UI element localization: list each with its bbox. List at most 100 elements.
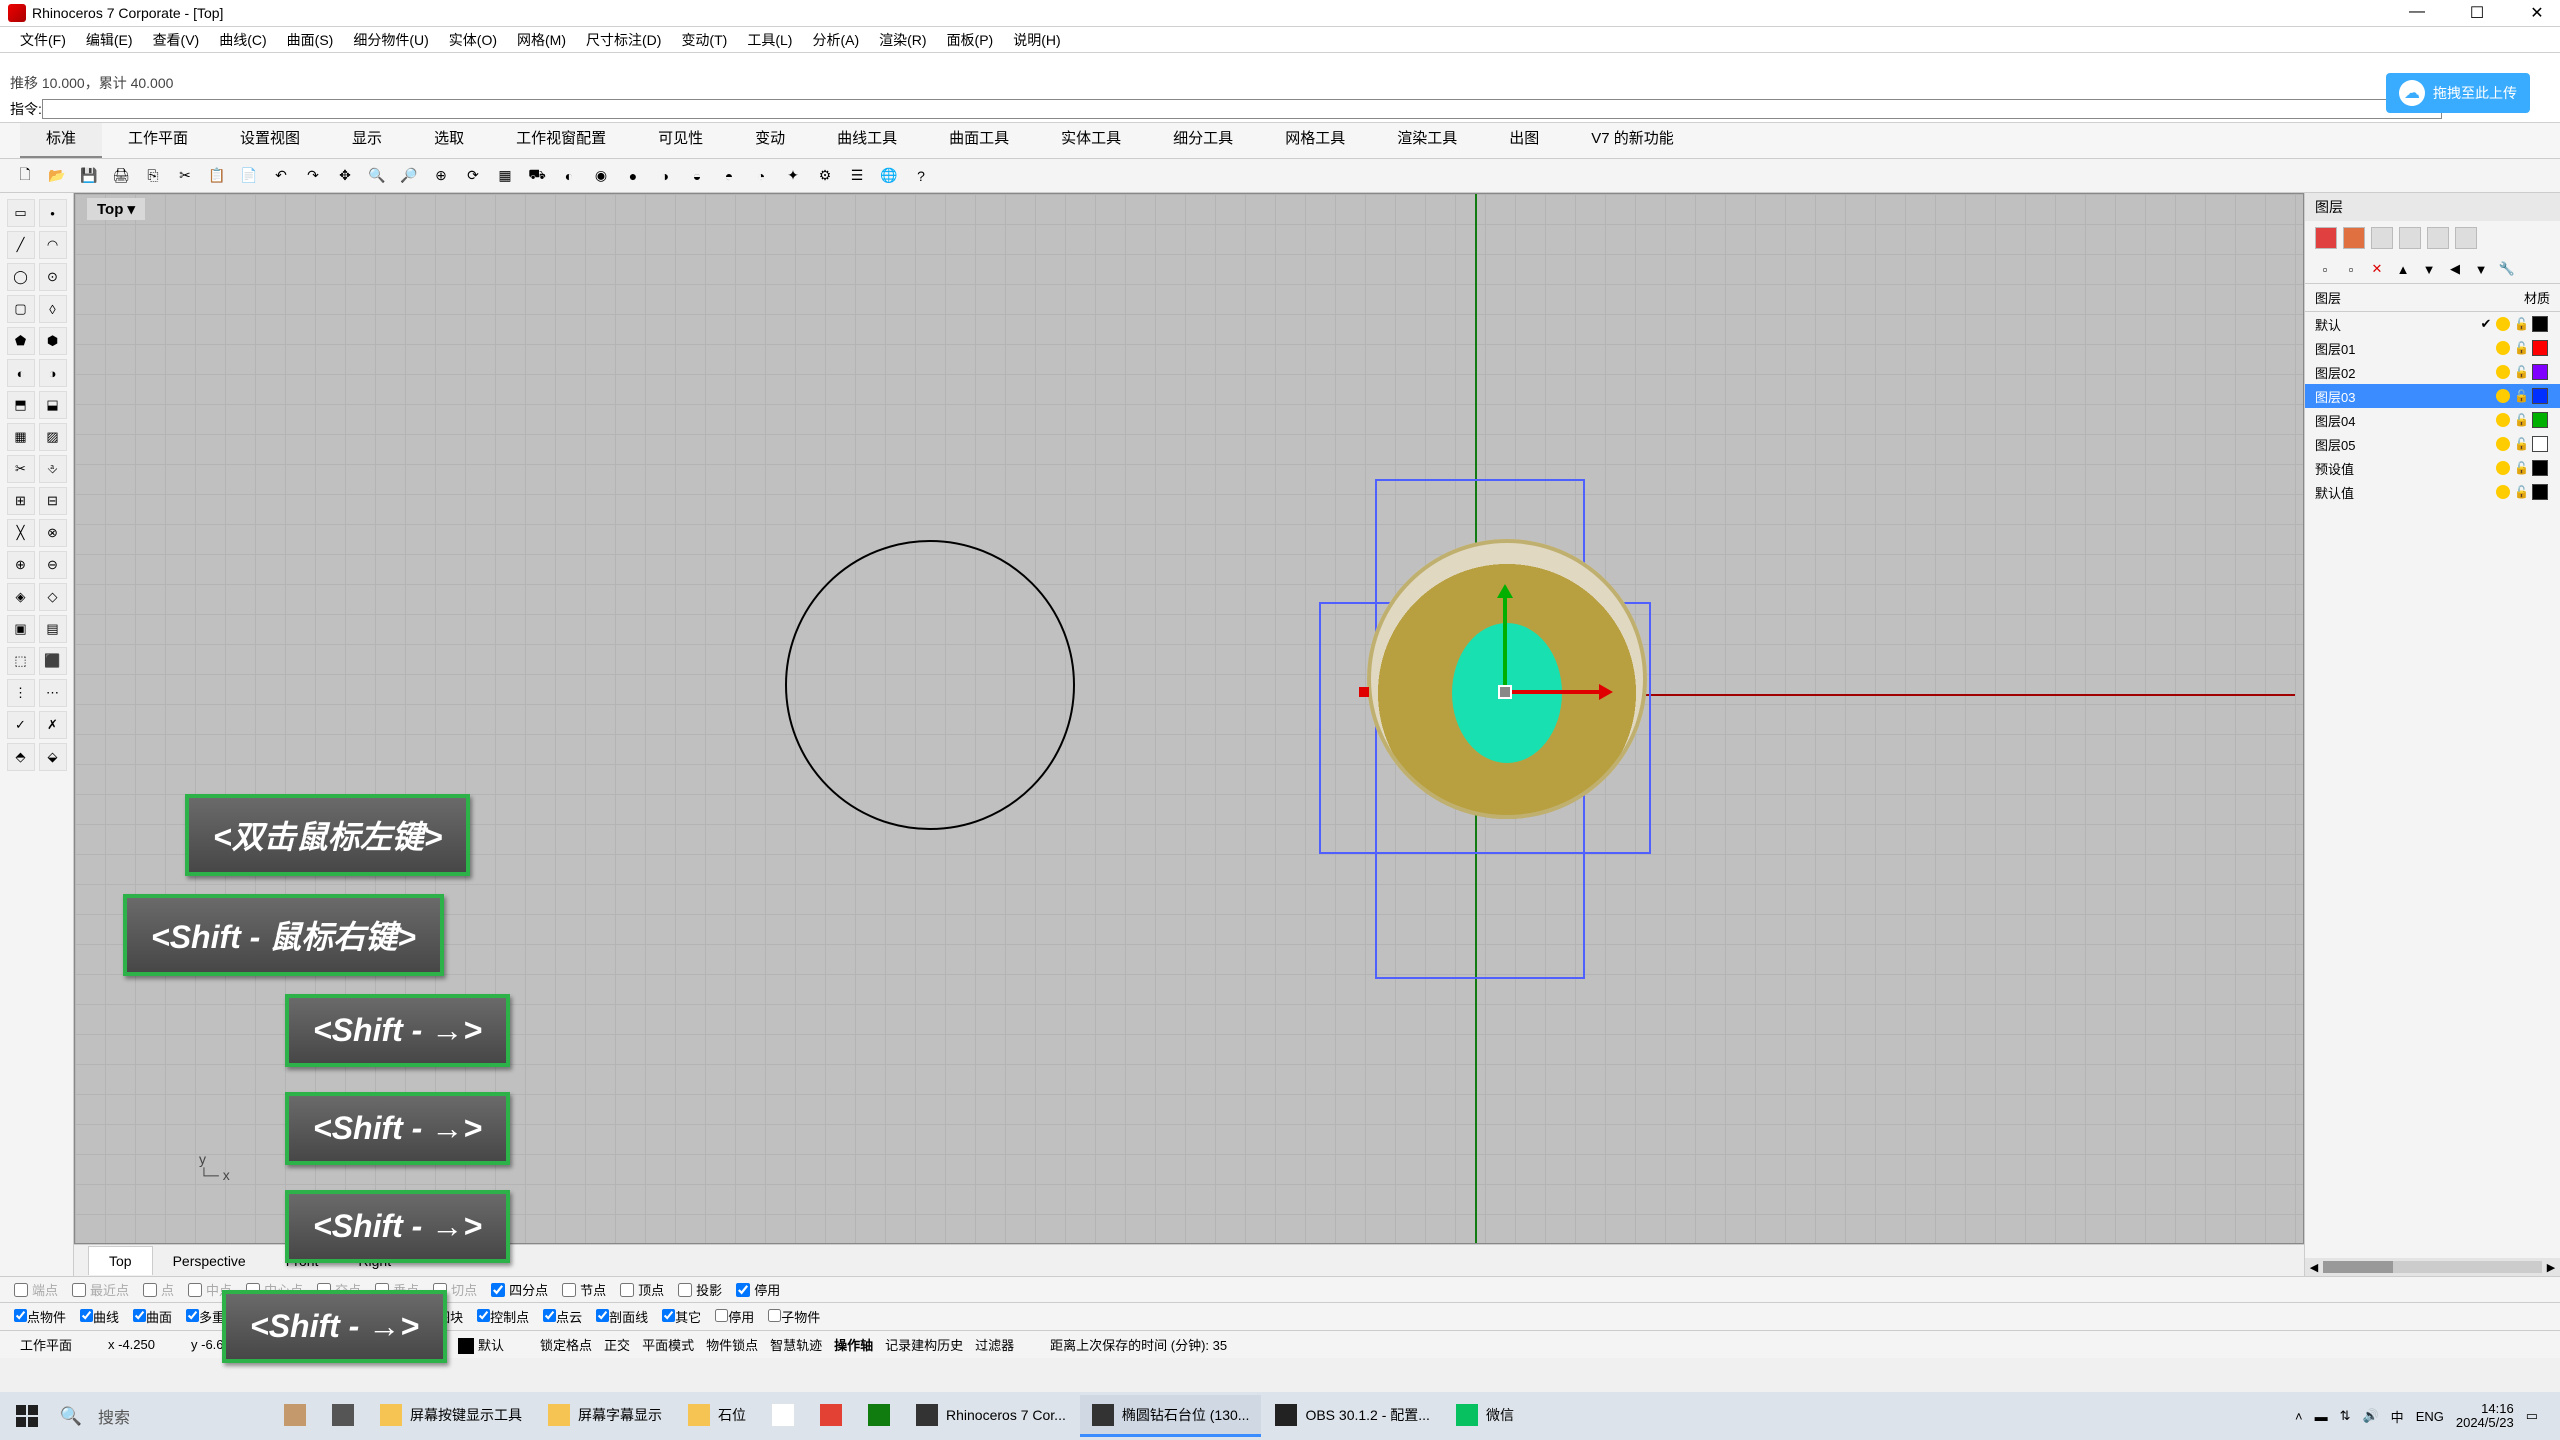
status-toggle-5[interactable]: 操作轴 (828, 1338, 879, 1353)
status-toggle-3[interactable]: 物件锁点 (700, 1338, 764, 1353)
osnap-8[interactable]: 四分点 (491, 1280, 548, 1299)
menu-10[interactable]: 工具(L) (737, 27, 802, 53)
layer-row-5[interactable]: 图层05🔓 (2305, 432, 2560, 456)
status-toggle-7[interactable]: 过滤器 (969, 1338, 1020, 1353)
drawn-circle[interactable] (785, 540, 1075, 830)
left-tool-7-0[interactable]: ▦ (7, 423, 35, 451)
command-input[interactable] (42, 99, 2442, 119)
left-tool-2-0[interactable]: ◯ (7, 263, 35, 291)
taskbar-item-3[interactable] (760, 1395, 806, 1437)
layer-filter-button[interactable]: ▼ (2471, 259, 2491, 279)
layer-row-3[interactable]: 图层03🔓 (2305, 384, 2560, 408)
left-tool-9-0[interactable]: ⊞ (7, 487, 35, 515)
layers-col-name[interactable]: 图层 (2315, 288, 2490, 307)
layer-row-4[interactable]: 图层04🔓 (2305, 408, 2560, 432)
panel-icon-1[interactable] (2315, 227, 2337, 249)
layer-visible-icon[interactable] (2496, 461, 2510, 475)
osnap-10[interactable]: 顶点 (620, 1280, 664, 1299)
menu-12[interactable]: 渲染(R) (869, 27, 936, 53)
toolbar-btn-27[interactable]: 🌐 (876, 163, 902, 189)
layer-lock-icon[interactable]: 🔓 (2514, 317, 2528, 331)
menu-6[interactable]: 实体(O) (439, 27, 507, 53)
layer-row-2[interactable]: 图层02🔓 (2305, 360, 2560, 384)
viewport-label[interactable]: Top ▾ (87, 198, 145, 220)
layer-lock-icon[interactable]: 🔓 (2514, 413, 2528, 427)
left-tool-11-1[interactable]: ⊖ (39, 551, 67, 579)
filter-0[interactable]: 点物件 (14, 1307, 66, 1326)
taskbar-search-icon[interactable]: 🔍 (50, 1395, 92, 1437)
toolbar-btn-17[interactable]: ◐ (556, 163, 582, 189)
toolbar-btn-24[interactable]: ✦ (780, 163, 806, 189)
left-tool-16-0[interactable]: ✓ (7, 711, 35, 739)
layer-color-swatch[interactable] (2532, 436, 2548, 452)
toolbar-tab-9[interactable]: 曲面工具 (923, 119, 1035, 158)
layer-color-swatch[interactable] (2532, 388, 2548, 404)
toolbar-btn-26[interactable]: ☰ (844, 163, 870, 189)
status-toggle-4[interactable]: 智慧轨迹 (764, 1338, 828, 1353)
layer-visible-icon[interactable] (2496, 413, 2510, 427)
left-tool-6-0[interactable]: ⬒ (7, 391, 35, 419)
left-tool-8-1[interactable]: ⎀ (39, 455, 67, 483)
filter-13[interactable]: 子物件 (768, 1307, 820, 1326)
menu-8[interactable]: 尺寸标注(D) (576, 27, 671, 53)
menu-0[interactable]: 文件(F) (10, 27, 76, 53)
toolbar-btn-14[interactable]: ⟳ (460, 163, 486, 189)
layer-lock-icon[interactable]: 🔓 (2514, 437, 2528, 451)
panel-icon-2[interactable] (2343, 227, 2365, 249)
osnap-check-2[interactable] (143, 1283, 157, 1297)
layer-color-swatch[interactable] (2532, 340, 2548, 356)
left-tool-15-0[interactable]: ⋮ (7, 679, 35, 707)
left-tool-0-0[interactable]: ▭ (7, 199, 35, 227)
taskbar-taskview-icon[interactable] (320, 1395, 366, 1437)
toolbar-btn-21[interactable]: ◒ (684, 163, 710, 189)
menu-7[interactable]: 网格(M) (507, 27, 576, 53)
toolbar-btn-3[interactable]: 🖨 (108, 163, 134, 189)
panel-icon-3[interactable] (2371, 227, 2393, 249)
filter-check-10[interactable] (596, 1309, 609, 1322)
toolbar-tab-0[interactable]: 标准 (20, 119, 102, 158)
taskbar-item-5[interactable] (856, 1395, 902, 1437)
viewport-top[interactable]: Top ▾ y└─ x <双击鼠标左键> <Shift - 鼠标右键> <Shi… (74, 193, 2304, 1244)
toolbar-btn-11[interactable]: 🔍 (364, 163, 390, 189)
toolbar-btn-20[interactable]: ◑ (652, 163, 678, 189)
toolbar-btn-1[interactable]: 📂 (44, 163, 70, 189)
layer-lock-icon[interactable]: 🔓 (2514, 485, 2528, 499)
tray-clock[interactable]: 14:16 2024/5/23 (2456, 1402, 2514, 1431)
osnap-check-11[interactable] (678, 1283, 692, 1297)
panel-icon-6[interactable] (2455, 227, 2477, 249)
left-tool-9-1[interactable]: ⊟ (39, 487, 67, 515)
tray-ime[interactable]: 中 (2391, 1407, 2404, 1426)
osnap-check-1[interactable] (72, 1283, 86, 1297)
view-tab-perspective[interactable]: Perspective (153, 1247, 266, 1275)
hscroll-track[interactable] (2323, 1261, 2542, 1273)
taskbar-item-8[interactable]: OBS 30.1.2 - 配置... (1263, 1395, 1442, 1437)
left-tool-10-0[interactable]: ╳ (7, 519, 35, 547)
layer-lock-icon[interactable]: 🔓 (2514, 461, 2528, 475)
osnap-11[interactable]: 投影 (678, 1280, 722, 1299)
panel-icon-4[interactable] (2399, 227, 2421, 249)
filter-check-0[interactable] (14, 1309, 27, 1322)
layer-row-0[interactable]: 默认✔🔓 (2305, 312, 2560, 336)
toolbar-btn-10[interactable]: ✥ (332, 163, 358, 189)
filter-check-12[interactable] (715, 1309, 728, 1322)
osnap-check-12[interactable] (736, 1283, 750, 1297)
left-tool-10-1[interactable]: ⊗ (39, 519, 67, 547)
layer-color-swatch[interactable] (2532, 484, 2548, 500)
filter-10[interactable]: 剖面线 (596, 1307, 648, 1326)
toolbar-btn-6[interactable]: 📋 (204, 163, 230, 189)
left-tool-0-1[interactable]: • (39, 199, 67, 227)
toolbar-btn-19[interactable]: ● (620, 163, 646, 189)
tray-expand-icon[interactable]: ˄ (2295, 1409, 2303, 1424)
toolbar-btn-0[interactable]: 🗋 (12, 163, 38, 189)
left-tool-16-1[interactable]: ✗ (39, 711, 67, 739)
menu-11[interactable]: 分析(A) (802, 27, 869, 53)
taskbar-item-7[interactable]: 椭圆钻石台位 (130... (1080, 1395, 1262, 1437)
left-tool-12-0[interactable]: ◈ (7, 583, 35, 611)
filter-8[interactable]: 控制点 (477, 1307, 529, 1326)
minimize-button[interactable]: — (2402, 3, 2432, 23)
status-layer[interactable]: 默认 (452, 1335, 510, 1355)
toolbar-tab-8[interactable]: 曲线工具 (811, 119, 923, 158)
start-button[interactable] (6, 1395, 48, 1437)
left-tool-2-1[interactable]: ⊙ (39, 263, 67, 291)
layer-color-swatch[interactable] (2532, 460, 2548, 476)
